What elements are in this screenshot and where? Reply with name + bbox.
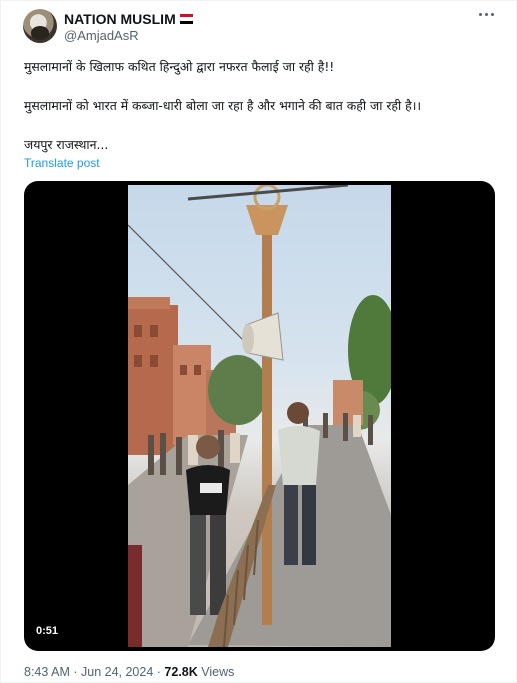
video-duration: 0:51: [36, 625, 59, 637]
author-handle[interactable]: @AmjadAsR: [64, 28, 139, 43]
egypt-flag-icon: [179, 14, 193, 24]
video-frame: [128, 185, 391, 647]
more-options-icon[interactable]: [479, 13, 494, 16]
meta-separator: ·: [73, 665, 81, 679]
avatar[interactable]: [23, 9, 57, 43]
video-player[interactable]: 0:51: [24, 181, 495, 651]
video-scene: [128, 185, 391, 647]
author-name-row: NATION MUSLIM: [64, 11, 193, 27]
tweet-text-line-1: मुसलामानों के खिलाफ कथित हिन्दुओ द्वारा …: [24, 59, 335, 74]
avatar-beard-shape: [31, 26, 49, 40]
author-display-name[interactable]: NATION MUSLIM: [64, 11, 176, 27]
tweet-text-line-3: जयपुर राजस्थान...: [24, 137, 109, 152]
post-date[interactable]: Jun 24, 2024: [81, 665, 153, 679]
post-time[interactable]: 8:43 AM: [24, 665, 70, 679]
tweet-meta: 8:43 AM · Jun 24, 2024 · 72.8K Views: [24, 665, 234, 679]
views-label: Views: [201, 665, 235, 679]
tweet-text-line-2: मुसलामानों को भारत में कब्जा-धारी बोला ज…: [24, 98, 422, 113]
tweet-card: NATION MUSLIM @AmjadAsR मुसलामानों के खि…: [0, 0, 517, 683]
translate-post-link[interactable]: Translate post: [24, 156, 100, 170]
views-count: 72.8K: [164, 665, 198, 679]
